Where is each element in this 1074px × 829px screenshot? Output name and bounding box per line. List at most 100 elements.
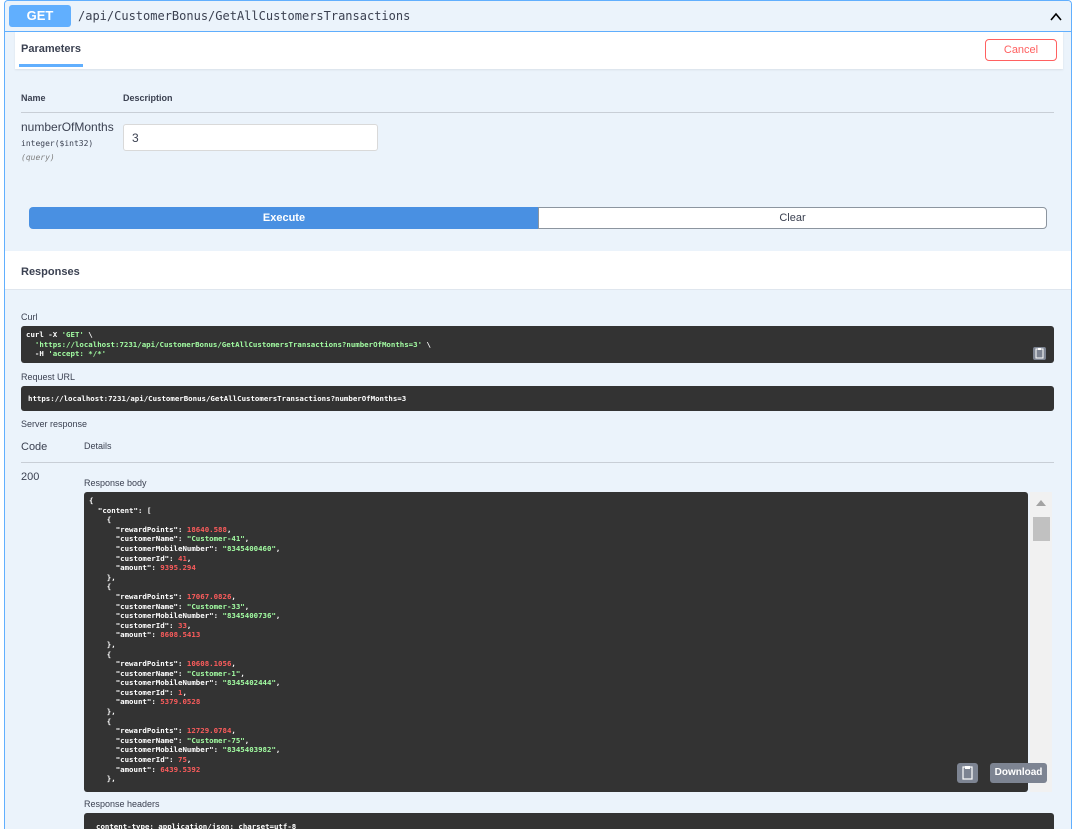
response-body-label: Response body	[84, 478, 147, 488]
json-value: "8345402444"	[222, 678, 276, 688]
json-value: 75	[178, 755, 187, 765]
curl-code-block[interactable]: curl -X 'GET' \ 'https://localhost:7231/…	[21, 326, 1054, 363]
json-field: "amount": 5379.0528	[115, 697, 201, 707]
json-key: "content"	[97, 505, 138, 515]
param-location: (query)	[21, 153, 55, 162]
json-value: "8345403982"	[222, 745, 276, 755]
clear-button[interactable]: Clear	[538, 207, 1047, 229]
json-object-open: {	[106, 515, 112, 525]
json-key: "rewardPoints"	[115, 659, 178, 669]
json-value: 6439.5392	[160, 764, 201, 774]
response-headers-label: Response headers	[84, 799, 160, 809]
json-object-close: },	[106, 639, 116, 649]
json-field: "customerMobileNumber": "8345400736",	[115, 611, 281, 621]
scroll-up-arrow[interactable]	[1036, 500, 1046, 506]
curl-continuation: \	[422, 339, 431, 349]
json-field: "customerMobileNumber": "8345402444",	[115, 678, 281, 688]
json-value: "Customer-41"	[186, 534, 245, 544]
execute-button[interactable]: Execute	[29, 207, 539, 229]
divider	[21, 112, 1054, 113]
response-headers-block[interactable]: content-type: application/json; charset=…	[84, 813, 1054, 829]
json-field: "customerMobileNumber": "8345400460",	[115, 543, 281, 553]
json-object-close: },	[106, 572, 116, 582]
curl-label: Curl	[21, 312, 38, 322]
json-key: "customerMobileNumber"	[115, 611, 214, 621]
json-value: 33	[178, 620, 187, 630]
json-field: "amount": 8608.5413	[115, 630, 201, 640]
responses-header: Responses	[5, 251, 1071, 290]
tab-parameters[interactable]: Parameters	[21, 43, 81, 55]
operation-block: GET /api/CustomerBonus/GetAllCustomersTr…	[4, 0, 1072, 829]
json-key: "amount"	[115, 563, 152, 573]
responses-title: Responses	[21, 266, 80, 278]
json-value: 8608.5413	[160, 630, 201, 640]
column-name-header: Name	[21, 93, 46, 103]
status-code: 200	[21, 471, 40, 483]
json-object-close: },	[106, 707, 116, 717]
json-key: "customerMobileNumber"	[115, 678, 214, 688]
json-field: "customerName": "Customer-1",	[115, 668, 245, 678]
json-key: "customerName"	[115, 601, 178, 611]
json-brace: {	[89, 496, 94, 505]
endpoint-path: /api/CustomerBonus/GetAllCustomersTransa…	[78, 9, 411, 23]
json-field: "customerId": 1,	[115, 687, 187, 697]
curl-url: 'https://localhost:7231/api/CustomerBonu…	[34, 339, 423, 349]
json-value: "8345400736"	[222, 611, 276, 621]
copy-icon[interactable]	[957, 763, 978, 783]
json-field: "amount": 6439.5392	[115, 764, 201, 774]
json-key: "customerId"	[115, 553, 170, 563]
json-bracket: : [	[137, 505, 152, 515]
operation-summary[interactable]: GET /api/CustomerBonus/GetAllCustomersTr…	[5, 1, 1071, 32]
json-value: 5379.0528	[160, 697, 201, 707]
json-key: "amount"	[115, 764, 152, 774]
json-value: "Customer-33"	[186, 601, 245, 611]
json-object-close: },	[106, 774, 116, 784]
json-value: 9395.294	[160, 563, 196, 573]
json-field: "customerName": "Customer-41",	[115, 534, 250, 544]
code-column-header: Code	[21, 441, 48, 453]
request-url-block[interactable]: https://localhost:7231/api/CustomerBonus…	[21, 386, 1054, 411]
parameters-header: Parameters Cancel	[15, 32, 1063, 69]
curl-method: 'GET'	[61, 330, 84, 339]
json-field: "rewardPoints": 10608.1056,	[115, 659, 236, 669]
json-key: "customerMobileNumber"	[115, 543, 214, 553]
http-method-badge: GET	[9, 5, 71, 27]
response-body-block[interactable]: { "content": [ { "rewardPoints": 18640.5…	[84, 492, 1028, 792]
json-field: "customerId": 33,	[115, 620, 192, 630]
json-value: "Customer-1"	[186, 668, 241, 678]
param-name: numberOfMonths	[21, 120, 114, 134]
json-key: "customerName"	[115, 735, 178, 745]
json-value: "Customer-75"	[186, 735, 245, 745]
number-of-months-input[interactable]	[123, 124, 378, 151]
json-object-open: {	[106, 649, 112, 659]
json-field: "amount": 9395.294	[115, 563, 196, 573]
json-object-open: {	[106, 716, 112, 726]
column-description-header: Description	[123, 93, 173, 103]
response-body-scrollbar[interactable]	[1030, 492, 1052, 792]
json-field: "customerMobileNumber": "8345403982",	[115, 745, 281, 755]
scroll-thumb[interactable]	[1033, 517, 1050, 541]
server-response-label: Server response	[21, 419, 88, 429]
json-key: "customerId"	[115, 755, 170, 765]
download-button[interactable]: Download	[990, 763, 1047, 783]
json-field: "customerName": "Customer-75",	[115, 735, 250, 745]
json-key: "rewardPoints"	[115, 524, 178, 534]
json-key: "customerMobileNumber"	[115, 745, 214, 755]
copy-icon[interactable]	[1033, 347, 1046, 360]
json-value: 10608.1056	[186, 659, 232, 669]
curl-header: 'accept: */*'	[48, 349, 107, 359]
json-key: "customerId"	[115, 620, 170, 630]
json-key: "amount"	[115, 630, 152, 640]
json-items: { "rewardPoints": 18640.588, "customerNa…	[89, 515, 281, 784]
json-value: 17067.0826	[186, 591, 232, 601]
json-key: "customerName"	[115, 534, 178, 544]
chevron-up-icon[interactable]	[1049, 10, 1063, 24]
json-field: "customerId": 75,	[115, 755, 192, 765]
cancel-button[interactable]: Cancel	[985, 39, 1057, 61]
json-value: 18640.588	[186, 524, 227, 534]
json-object-open: {	[106, 582, 112, 592]
request-url-label: Request URL	[21, 372, 76, 382]
json-field: "rewardPoints": 18640.588,	[115, 524, 232, 534]
json-key: "rewardPoints"	[115, 591, 178, 601]
json-field: "rewardPoints": 17067.0826,	[115, 591, 236, 601]
